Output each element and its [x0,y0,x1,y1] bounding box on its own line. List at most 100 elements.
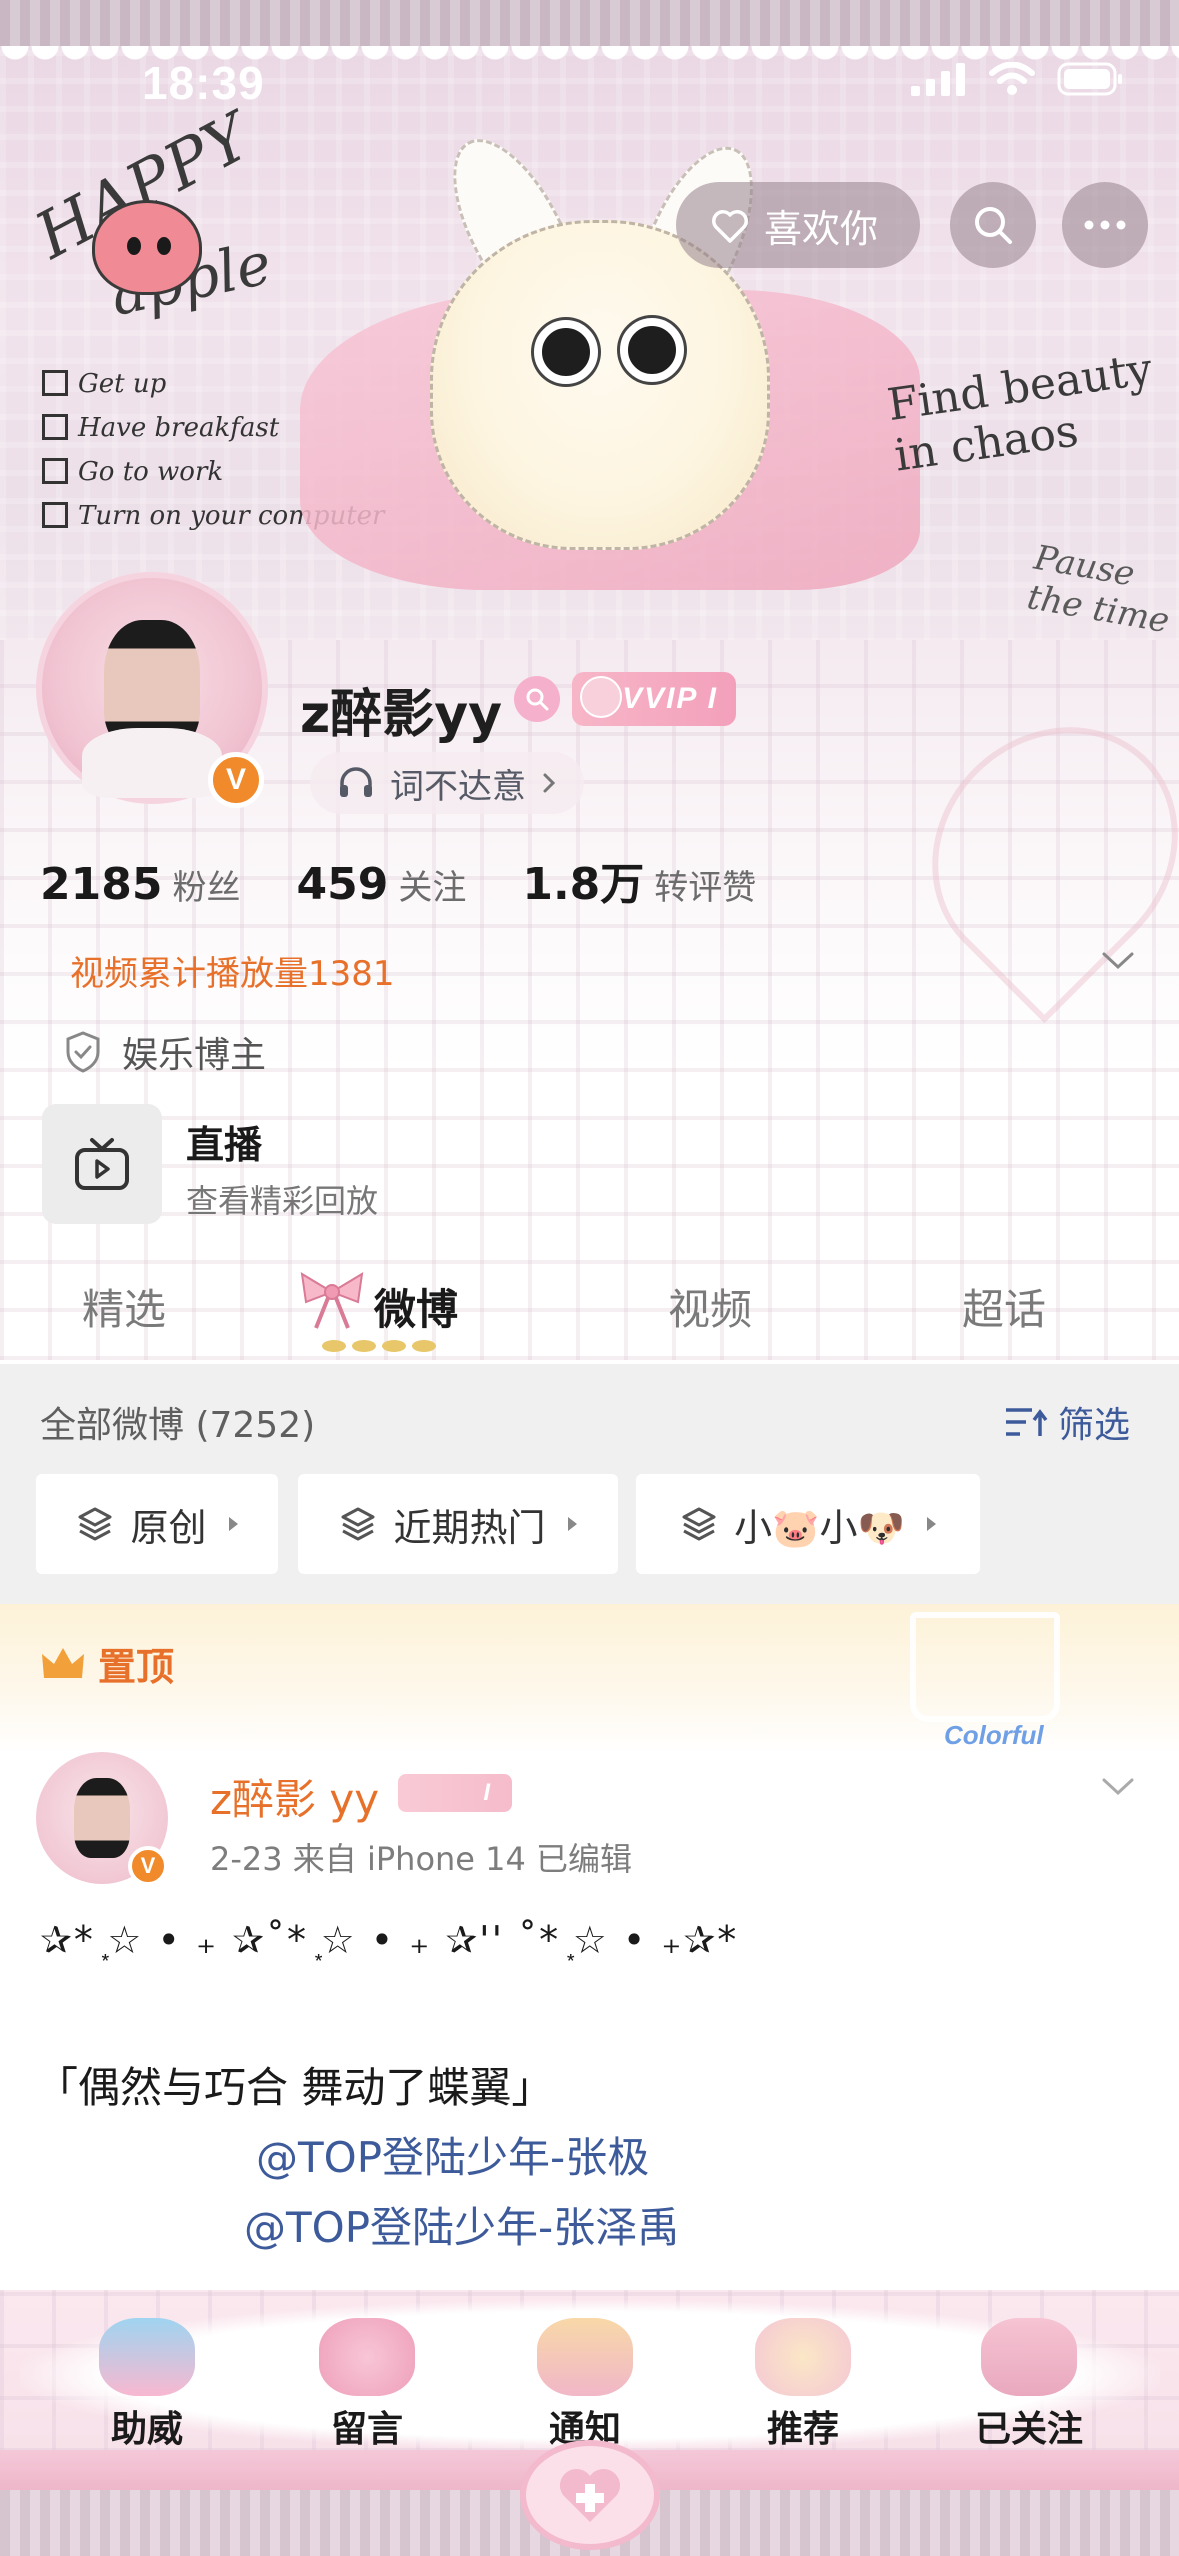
chip-custom[interactable]: 小🐷小🐶 [636,1474,980,1574]
post-vip-badge: I [398,1774,512,1812]
nav-label: 推荐 [766,2409,839,2450]
post-verified-badge: V [128,1846,168,1886]
filter-icon [1006,1408,1048,1436]
checklist-item: Go to work [78,457,224,487]
banner-top-strip [0,0,1179,46]
profile-username: z醉影yy [300,685,503,745]
like-you-button[interactable]: 喜欢你 [676,182,920,268]
headphones-icon [340,767,372,797]
cake-icon [537,2318,633,2396]
bunny-illustration [430,220,770,550]
search-icon [975,207,1012,244]
profile-tag[interactable]: 娱乐博主 [64,1026,266,1078]
avatar-dress [82,728,222,798]
checklist-item: Get up [78,369,167,399]
nav-label: 留言 [330,2409,403,2450]
post-text-symbols: ✰* ͙☆ • ₊ ✰˚* ͙☆ • ₊ ✰'' ˚* ͙☆ • ₊✰* [40,1918,739,1962]
banner-pause-text: Pause the time [1024,537,1173,642]
vip-badge-label: VVIP I [622,682,718,715]
status-time: 18:39 [142,57,265,109]
tab-active-indicator [322,1340,436,1352]
chip-arrow-icon [228,1517,238,1531]
chip-original[interactable]: 原创 [36,1474,278,1574]
shield-icon [66,1031,100,1073]
nav-cheer[interactable]: 助威 [72,2318,222,2452]
rainbow-cloud-icon [99,2318,195,2396]
post-mention-link[interactable]: @TOP登陆少年-张极 [256,2124,649,2185]
live-card-icon[interactable] [42,1104,162,1224]
tab-weibo[interactable]: 微博 [374,1276,458,1337]
expand-profile-button[interactable] [1100,950,1136,976]
gift-box-icon [981,2318,1077,2396]
crown-decoration [910,1612,1060,1722]
pinned-text: 置顶 [98,1645,175,1689]
tab-super-topic[interactable]: 超话 [962,1276,1046,1337]
chevron-down-icon [1102,1778,1134,1796]
nav-recommend[interactable]: 推荐 [728,2318,878,2452]
stat-followers[interactable]: 2185 粉丝 [40,859,240,910]
stat-following[interactable]: 459 关注 [296,859,466,910]
bow-icon [300,1272,364,1329]
wifi-icon [989,62,1035,95]
layers-icon [682,1507,716,1541]
pink-search-icon [526,688,549,711]
chip-label: 原创 [130,1505,207,1550]
phone-icon [319,2318,415,2396]
chip-label: 近期热门 [393,1505,546,1550]
nav-notification[interactable]: 通知 [510,2318,660,2452]
pinned-label: 置顶 [40,1636,174,1691]
nav-followed[interactable]: 已关注 [954,2318,1104,2452]
stat-interactions[interactable]: 1.8万 转评赞 [522,848,756,912]
chevron-down-icon [1102,952,1134,970]
stat-value: 459 [296,859,389,910]
center-heart-button[interactable] [520,2440,660,2550]
tab-featured[interactable]: 精选 [82,1276,166,1337]
all-weibo-count: 全部微博 (7252) [40,1405,316,1446]
vip-badge[interactable]: VVIP I [572,672,736,726]
heart-plus-icon [559,2468,621,2522]
layers-icon [341,1507,375,1541]
post-text-title: 「偶然与巧合 舞动了蝶翼」 [36,2063,554,2112]
crown-icon [42,1647,84,1678]
nav-label: 已关注 [974,2409,1083,2450]
status-icons [911,62,1123,96]
filter-label: 筛选 [1058,1405,1131,1446]
more-dots-icon [1084,220,1126,230]
post-menu-button[interactable] [1100,1776,1136,1802]
chip-recent-hot[interactable]: 近期热门 [298,1474,618,1574]
colorful-badge: Colorful [944,1720,1044,1750]
heart-hand-icon [712,210,748,243]
video-play-count: 视频累计播放量1381 [70,954,395,994]
stat-label: 粉丝 [172,868,241,908]
filter-button[interactable]: 筛选 [1004,1396,1130,1448]
post-author-name[interactable]: z醉影 yy [210,1766,379,1827]
live-title[interactable]: 直播 [186,1114,262,1169]
stat-label: 转评赞 [654,868,757,908]
bunny-eye [534,320,598,384]
live-subtitle[interactable]: 查看精彩回放 [186,1176,378,1222]
like-you-label: 喜欢你 [764,206,879,251]
bear-icon [755,2318,851,2396]
layers-icon [78,1507,112,1541]
stat-label: 关注 [398,868,467,908]
chip-label: 小🐷小🐶 [734,1505,905,1550]
more-button[interactable] [1062,182,1148,268]
stat-value: 1.8万 [522,859,645,910]
pig-icon [580,676,622,718]
bunny-eye [620,318,684,382]
apple-illustration [92,200,202,295]
music-status-pill[interactable]: 词不达意 [310,752,584,814]
post-avatar-figure [74,1778,130,1858]
stat-value: 2185 [40,859,163,910]
tv-icon [75,1138,129,1190]
super-topic-badge[interactable] [514,676,560,722]
battery-icon [1057,62,1122,96]
post-mention-link[interactable]: @TOP登陆少年-张泽禹 [244,2194,679,2255]
chip-arrow-icon [926,1517,936,1531]
checklist-item: Have breakfast [78,413,280,443]
nav-message[interactable]: 留言 [292,2318,442,2452]
tab-video[interactable]: 视频 [668,1276,752,1337]
search-button[interactable] [950,182,1036,268]
signal-icon [911,63,965,96]
profile-tag-label: 娱乐博主 [122,1035,267,1076]
